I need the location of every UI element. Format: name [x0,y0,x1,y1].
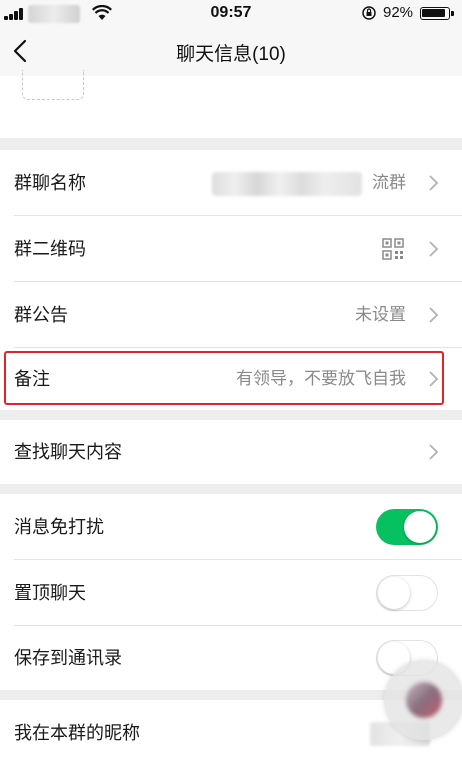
chevron-right-icon [429,371,439,387]
save-contacts-label: 保存到通讯录 [14,648,122,668]
member-grid [0,70,462,138]
toggles-section: 消息免打扰 置顶聊天 保存到通讯录 [0,494,462,690]
announcement-row[interactable]: 群公告 未设置 [0,282,462,348]
orientation-lock-icon [362,6,376,20]
my-nickname-label: 我在本群的昵称 [14,723,140,743]
nav-bar: 聊天信息(10) [0,26,462,76]
group-name-value: 流群 [372,173,406,192]
group-qr-label: 群二维码 [14,239,86,259]
group-name-row[interactable]: 群聊名称 流群 [0,150,462,216]
search-history-row[interactable]: 查找聊天内容 [0,420,462,484]
search-section: 查找聊天内容 [0,420,462,484]
chevron-right-icon [429,175,439,191]
pin-toggle[interactable] [376,575,438,611]
floating-assistive-ball[interactable] [384,660,462,740]
announcement-value: 未设置 [355,305,406,324]
announcement-label: 群公告 [14,305,68,325]
mute-toggle[interactable] [376,509,438,545]
status-bar: 09:57 92% [0,0,462,26]
search-history-label: 查找聊天内容 [14,442,122,462]
pin-label: 置顶聊天 [14,583,86,603]
group-info-section: 群聊名称 流群 群二维码 群公告 未设置 备注 有领导，不要放飞自我 [0,150,462,410]
group-qr-row[interactable]: 群二维码 [0,216,462,282]
pin-row: 置顶聊天 [0,560,462,626]
chevron-right-icon [429,241,439,257]
qr-code-icon [382,238,404,260]
add-member-button[interactable] [22,70,84,100]
group-name-blurred [212,172,362,196]
battery-icon [420,7,454,20]
chevron-right-icon [429,307,439,323]
battery-percent: 92% [383,4,414,21]
mute-label: 消息免打扰 [14,517,104,537]
remark-row[interactable]: 备注 有领导，不要放飞自我 [0,348,462,410]
remark-value: 有领导，不要放飞自我 [236,369,406,388]
page-title: 聊天信息(10) [176,44,286,65]
mute-row: 消息免打扰 [0,494,462,560]
chevron-right-icon [429,444,439,460]
group-name-label: 群聊名称 [14,173,86,193]
remark-label: 备注 [14,369,50,389]
